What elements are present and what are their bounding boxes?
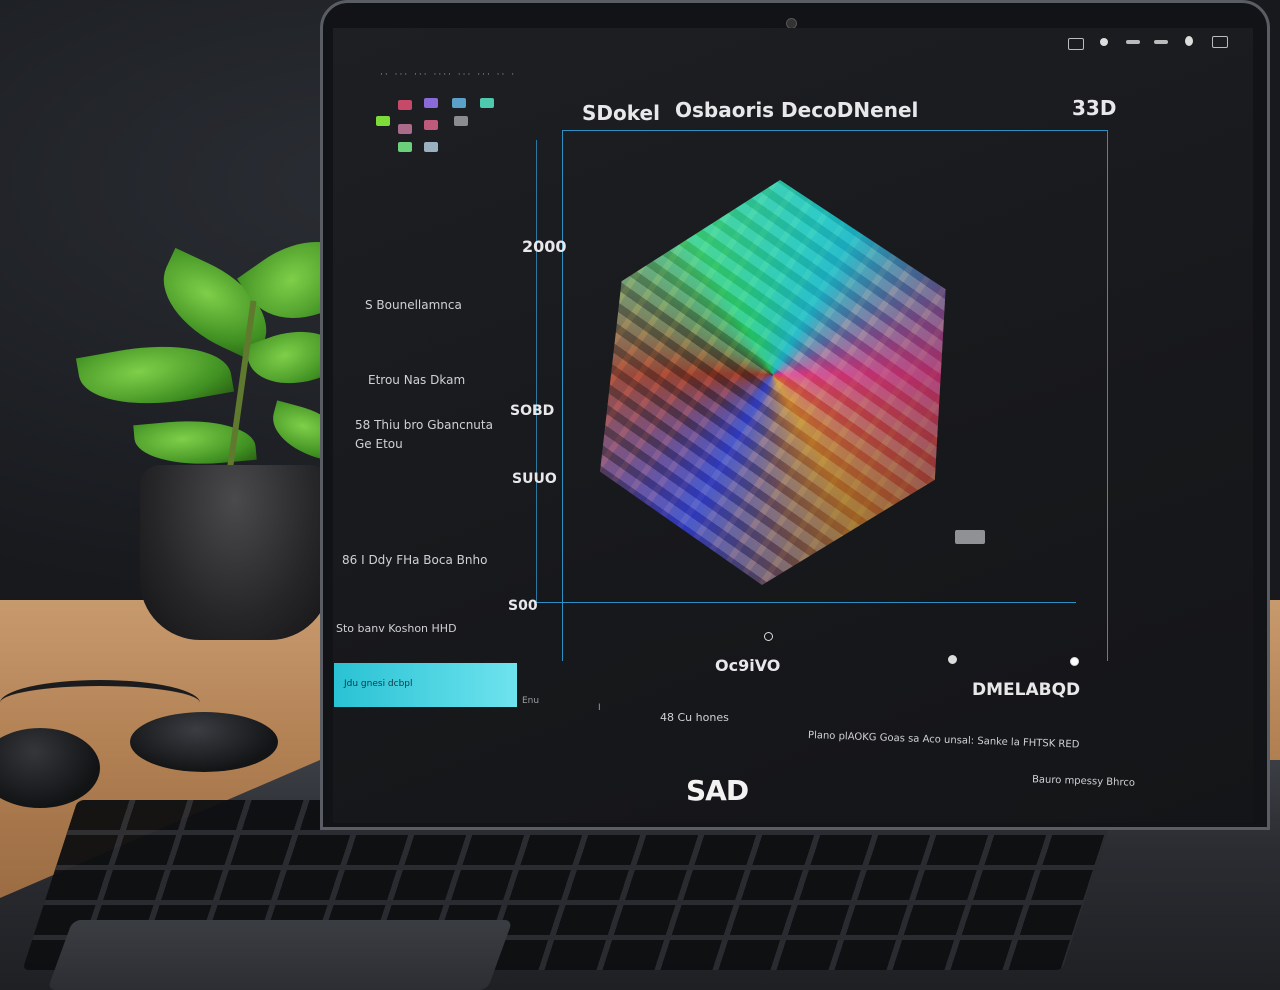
x-axis-label-2: DMELABQD xyxy=(972,680,1081,700)
footer-tab-3[interactable]: 48 Cu hones xyxy=(660,711,729,724)
y-axis-label-3: SUUO xyxy=(512,471,557,487)
sidebar-item-6[interactable]: Sto banv Koshon HHD xyxy=(336,622,457,635)
tool-icon-green[interactable] xyxy=(376,116,390,126)
progress-bar: Jdu gnesi dcbpl xyxy=(334,663,517,707)
record-icon[interactable] xyxy=(1100,38,1108,46)
header-right-tag: 33D xyxy=(1072,96,1117,120)
tool-icon-blue[interactable] xyxy=(452,98,466,108)
tool-icon-pink[interactable] xyxy=(398,124,412,134)
notification-icon[interactable] xyxy=(1185,36,1193,46)
window-icon[interactable] xyxy=(1068,38,1084,50)
sidebar-item-5[interactable]: 86 I Ddy FHa Boca Bnho xyxy=(342,553,487,567)
x-axis-label-1: Oc9iVO xyxy=(715,656,781,675)
sidebar-item-1[interactable]: S Bounellamnca xyxy=(365,298,462,312)
brand-logo: SAD xyxy=(686,774,749,807)
mouse xyxy=(130,712,278,772)
toolbar-breadcrumb: ·· ··· ··· ···· ··· ··· ·· · xyxy=(380,70,517,80)
viewport-handle[interactable] xyxy=(955,530,985,544)
axis-marker-dot[interactable] xyxy=(764,632,773,641)
y-axis-label-2: SOBD xyxy=(510,403,555,419)
viewport-corner-dot[interactable] xyxy=(1070,657,1079,666)
sidebar-item-2[interactable]: Etrou Nas Dkam xyxy=(368,373,465,387)
footer-tab-2[interactable]: I xyxy=(598,703,601,713)
close-icon[interactable] xyxy=(1212,36,1228,48)
y-axis-label-4: S00 xyxy=(508,598,538,614)
minimize-icon[interactable] xyxy=(1126,40,1140,44)
header-center-title: Osbaoris DecoDNenel xyxy=(675,98,919,122)
progress-label: Jdu gnesi dcbpl xyxy=(344,679,413,689)
tool-icon-red[interactable] xyxy=(398,100,412,110)
tool-icon-lime[interactable] xyxy=(398,142,412,152)
x-axis-line xyxy=(536,602,1076,603)
menu-icon[interactable] xyxy=(1154,40,1168,44)
sidebar-item-3[interactable]: 58 Thiu bro Gbancnuta xyxy=(355,418,493,432)
sidebar-item-4[interactable]: Ge Etou xyxy=(355,437,403,451)
y-axis-label-1: 2000 xyxy=(522,237,567,256)
tool-icon-purple[interactable] xyxy=(424,98,438,108)
tool-icon-teal[interactable] xyxy=(480,98,494,108)
tool-icon-steel[interactable] xyxy=(424,142,438,152)
tool-icon-gray[interactable] xyxy=(454,116,468,126)
touchpad xyxy=(47,920,513,990)
axis-marker-dot-2[interactable] xyxy=(948,655,957,664)
header-left-title: SDokel xyxy=(582,101,660,125)
y-axis-line xyxy=(536,140,537,602)
plant-pot xyxy=(140,465,330,640)
footer-tab-1[interactable]: Enu xyxy=(522,696,539,706)
tool-icon-magenta[interactable] xyxy=(424,120,438,130)
